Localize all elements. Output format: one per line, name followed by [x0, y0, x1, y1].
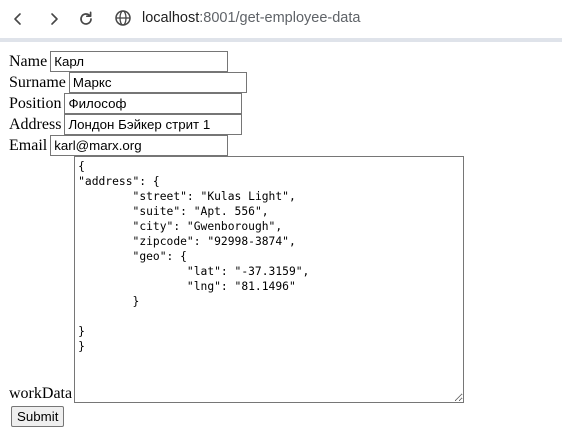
email-row: Email — [9, 135, 229, 156]
surname-label: Surname — [9, 73, 66, 91]
name-row: Name — [9, 51, 229, 72]
work-data-textarea[interactable]: { "address": { "street": "Kulas Light", … — [74, 156, 465, 403]
position-field[interactable] — [64, 93, 243, 114]
back-arrow-icon[interactable] — [7, 8, 29, 30]
email-label: Email — [9, 136, 48, 154]
position-label: Position — [9, 94, 62, 112]
name-label: Name — [9, 52, 48, 70]
address-field[interactable] — [64, 114, 243, 135]
url-path: :8001/get-employee-data — [199, 10, 361, 26]
page-content: Name Surname Position Address Email work… — [0, 42, 562, 443]
address-label: Address — [9, 115, 62, 133]
work-data-label: workData — [9, 385, 73, 402]
name-field[interactable] — [50, 51, 229, 72]
forward-arrow-icon[interactable] — [43, 8, 65, 30]
submit-button[interactable]: Submit — [11, 406, 65, 427]
position-row: Position — [9, 93, 243, 114]
reload-icon[interactable] — [75, 8, 97, 30]
site-info-icon[interactable] — [114, 9, 132, 27]
surname-row: Surname — [9, 72, 247, 93]
url-host: localhost — [142, 10, 200, 26]
address-bar[interactable]: localhost:8001/get-employee-data — [142, 8, 360, 28]
email-field[interactable] — [50, 135, 229, 156]
surname-field[interactable] — [68, 72, 247, 93]
address-row: Address — [9, 114, 243, 135]
work-data-row: workData { "address": { "street": "Kulas… — [9, 156, 465, 403]
browser-toolbar: localhost:8001/get-employee-data — [0, 0, 562, 40]
